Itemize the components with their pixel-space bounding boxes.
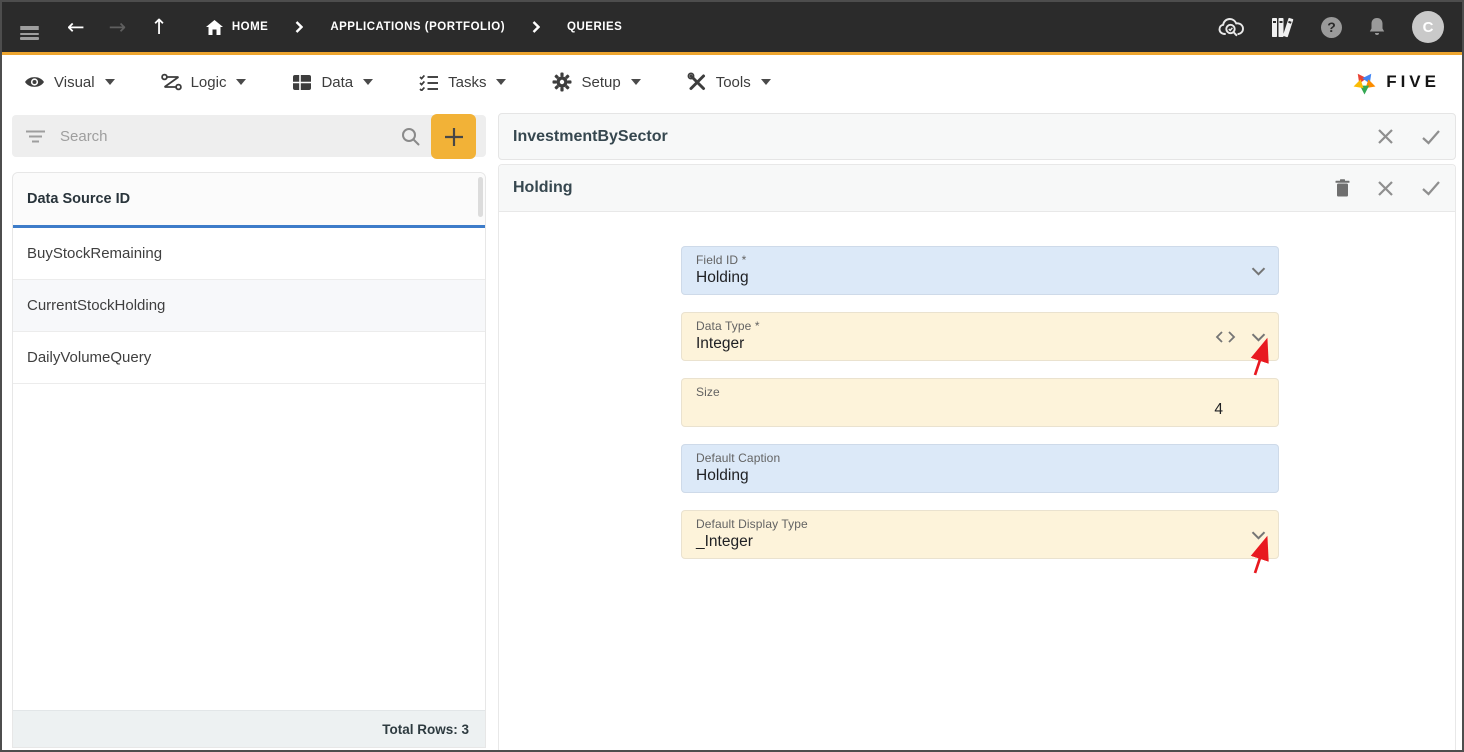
- menu-label: Setup: [581, 74, 620, 91]
- caret-down-icon: [496, 79, 506, 85]
- chevron-down-icon[interactable]: [1251, 333, 1266, 342]
- field-label: Default Caption: [696, 451, 780, 465]
- breadcrumb-queries[interactable]: QUERIES: [567, 21, 622, 33]
- field-header-actions: [1335, 179, 1441, 197]
- menu-label: Logic: [191, 74, 227, 91]
- caret-down-icon: [761, 79, 771, 85]
- trash-icon[interactable]: [1335, 179, 1350, 197]
- field-value: Integer: [696, 335, 744, 353]
- field-value: Holding: [696, 467, 749, 485]
- eye-icon: [24, 74, 45, 90]
- chevron-down-icon[interactable]: [1251, 267, 1266, 276]
- up-arrow-icon[interactable]: ↑: [150, 17, 168, 38]
- menu-label: Tasks: [448, 74, 486, 91]
- library-icon[interactable]: [1270, 16, 1296, 39]
- app-window: ← → ↑ HOME APPLICATIONS (PORTFOLIO) QUER…: [0, 0, 1464, 752]
- chevron-right-icon: [532, 21, 540, 33]
- cloud-search-icon[interactable]: [1218, 17, 1245, 38]
- topbar-actions: ? C: [1218, 11, 1444, 43]
- menu-label: Data: [321, 74, 353, 91]
- save-check-icon[interactable]: [1421, 180, 1441, 196]
- table-icon: [292, 74, 312, 91]
- pinwheel-logo-icon: [1351, 69, 1378, 96]
- code-icon[interactable]: [1215, 331, 1236, 343]
- column-header-label: Data Source ID: [27, 191, 130, 207]
- field-label: Size: [696, 385, 720, 399]
- field-default-display-type[interactable]: Default Display Type _Integer: [681, 510, 1279, 559]
- field-value: Holding: [696, 269, 749, 287]
- add-record-button[interactable]: [431, 114, 476, 159]
- notifications-bell-icon[interactable]: [1367, 16, 1387, 38]
- column-header[interactable]: Data Source ID: [13, 173, 485, 228]
- close-icon[interactable]: [1377, 128, 1394, 145]
- menu-label: Tools: [716, 74, 751, 91]
- menu-setup[interactable]: Setup: [552, 72, 640, 92]
- menu-visual[interactable]: Visual: [24, 74, 115, 91]
- gear-icon: [552, 72, 572, 92]
- caret-down-icon: [631, 79, 641, 85]
- scrollbar-thumb[interactable]: [478, 177, 483, 217]
- record-title: InvestmentBySector: [513, 128, 668, 146]
- records-list: Data Source ID BuyStockRemaining Current…: [12, 172, 486, 748]
- total-rows-label: Total Rows: 3: [382, 722, 469, 737]
- breadcrumb-label: APPLICATIONS (PORTFOLIO): [330, 21, 505, 33]
- field-value: _Integer: [696, 533, 753, 551]
- search-bar: [12, 115, 486, 157]
- menu-label: Visual: [54, 74, 95, 91]
- tools-icon: [687, 72, 707, 92]
- help-icon[interactable]: ?: [1321, 17, 1342, 38]
- menu-logic[interactable]: Logic: [161, 73, 247, 91]
- avatar[interactable]: C: [1412, 11, 1444, 43]
- caret-down-icon: [105, 79, 115, 85]
- breadcrumb-label: HOME: [232, 21, 269, 33]
- list-item[interactable]: BuyStockRemaining: [13, 228, 485, 280]
- chevron-down-icon[interactable]: [1251, 531, 1266, 540]
- menu-data[interactable]: Data: [292, 74, 373, 91]
- field-data-type[interactable]: Data Type * Integer: [681, 312, 1279, 361]
- search-input[interactable]: [58, 127, 401, 146]
- field-value: 4: [1214, 401, 1223, 419]
- breadcrumb: HOME APPLICATIONS (PORTFOLIO) QUERIES: [206, 20, 622, 35]
- plus-icon: [444, 127, 464, 147]
- brand-wordmark: FIVE: [1386, 72, 1440, 92]
- field-default-caption[interactable]: Default Caption Holding: [681, 444, 1279, 493]
- field-size[interactable]: Size 4: [681, 378, 1279, 427]
- caret-down-icon: [236, 79, 246, 85]
- breadcrumb-applications[interactable]: APPLICATIONS (PORTFOLIO): [330, 21, 505, 33]
- workflow-icon: [161, 73, 182, 91]
- list-item[interactable]: CurrentStockHolding: [13, 280, 485, 332]
- list-item-label: BuyStockRemaining: [27, 245, 162, 262]
- five-logo: FIVE: [1351, 69, 1440, 96]
- field-detail-header: Holding: [499, 165, 1455, 212]
- caret-down-icon: [363, 79, 373, 85]
- field-title: Holding: [513, 179, 573, 197]
- list-item-label: CurrentStockHolding: [27, 297, 165, 314]
- list-item-label: DailyVolumeQuery: [27, 349, 151, 366]
- field-field-id[interactable]: Field ID * Holding: [681, 246, 1279, 295]
- list-item[interactable]: DailyVolumeQuery: [13, 332, 485, 384]
- menu-icon[interactable]: [20, 24, 39, 31]
- search-icon[interactable]: [401, 127, 420, 146]
- chevron-right-icon: [295, 21, 303, 33]
- menu-tasks[interactable]: Tasks: [419, 74, 506, 91]
- close-icon[interactable]: [1377, 180, 1394, 197]
- filter-icon[interactable]: [26, 130, 45, 143]
- save-check-icon[interactable]: [1421, 129, 1441, 145]
- field-label: Default Display Type: [696, 517, 808, 531]
- topbar: ← → ↑ HOME APPLICATIONS (PORTFOLIO) QUER…: [2, 2, 1462, 55]
- field-label: Data Type *: [696, 319, 760, 333]
- record-header: InvestmentBySector: [498, 113, 1456, 160]
- menu-tools[interactable]: Tools: [687, 72, 771, 92]
- record-header-actions: [1377, 128, 1441, 145]
- breadcrumb-label: QUERIES: [567, 21, 622, 33]
- field-label: Field ID *: [696, 253, 746, 267]
- home-icon: [206, 20, 223, 35]
- menubar: Visual Logic Data: [2, 55, 1462, 109]
- breadcrumb-home[interactable]: HOME: [206, 20, 269, 35]
- checklist-icon: [419, 74, 439, 91]
- forward-arrow-icon[interactable]: →: [109, 17, 127, 38]
- back-arrow-icon[interactable]: ←: [67, 17, 85, 38]
- list-footer: Total Rows: 3: [13, 710, 485, 747]
